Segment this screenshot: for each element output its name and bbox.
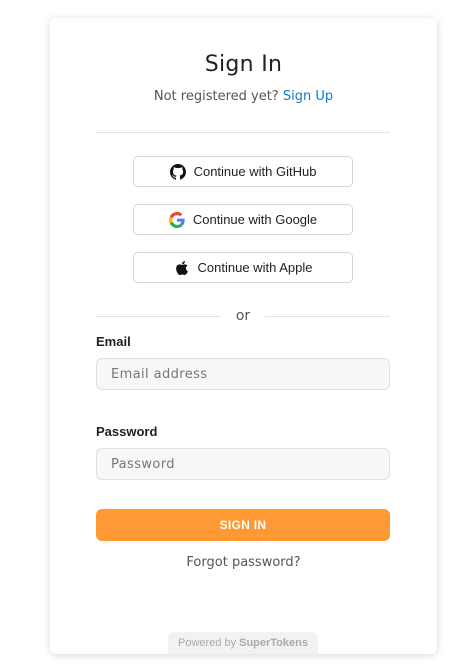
email-label: Email [96, 334, 131, 349]
signup-prompt-text: Not registered yet? [153, 89, 279, 104]
brand-name: SuperTokens [239, 637, 308, 649]
or-text: or [235, 308, 251, 324]
password-input[interactable] [96, 448, 390, 480]
powered-by-badge[interactable]: Powered by SuperTokens [168, 632, 318, 654]
github-signin-label: Continue with GitHub [193, 164, 317, 179]
page-title: Sign In [204, 52, 283, 77]
powered-by-text: Powered by [178, 637, 237, 649]
apple-signin-label: Continue with Apple [197, 260, 313, 275]
or-divider-left-line [96, 315, 221, 317]
forgot-password-link[interactable]: Forgot password? [50, 555, 437, 570]
or-divider: or [96, 306, 391, 326]
or-divider-right-line [265, 315, 391, 317]
signup-link[interactable]: Sign Up [283, 89, 333, 104]
email-input[interactable] [96, 358, 390, 390]
google-signin-button[interactable]: Continue with Google [133, 204, 353, 235]
github-icon [169, 163, 186, 180]
google-icon [168, 211, 185, 228]
signup-prompt: Not registered yet? Sign Up [50, 89, 437, 104]
password-label: Password [96, 424, 158, 439]
google-signin-label: Continue with Google [192, 212, 318, 227]
apple-icon [174, 260, 190, 276]
header-divider [96, 132, 390, 133]
sign-in-card: Sign In Not registered yet? Sign Up Cont… [50, 18, 437, 654]
apple-signin-button[interactable]: Continue with Apple [133, 252, 353, 283]
github-signin-button[interactable]: Continue with GitHub [133, 156, 353, 187]
sign-in-button[interactable]: SIGN IN [96, 509, 390, 541]
